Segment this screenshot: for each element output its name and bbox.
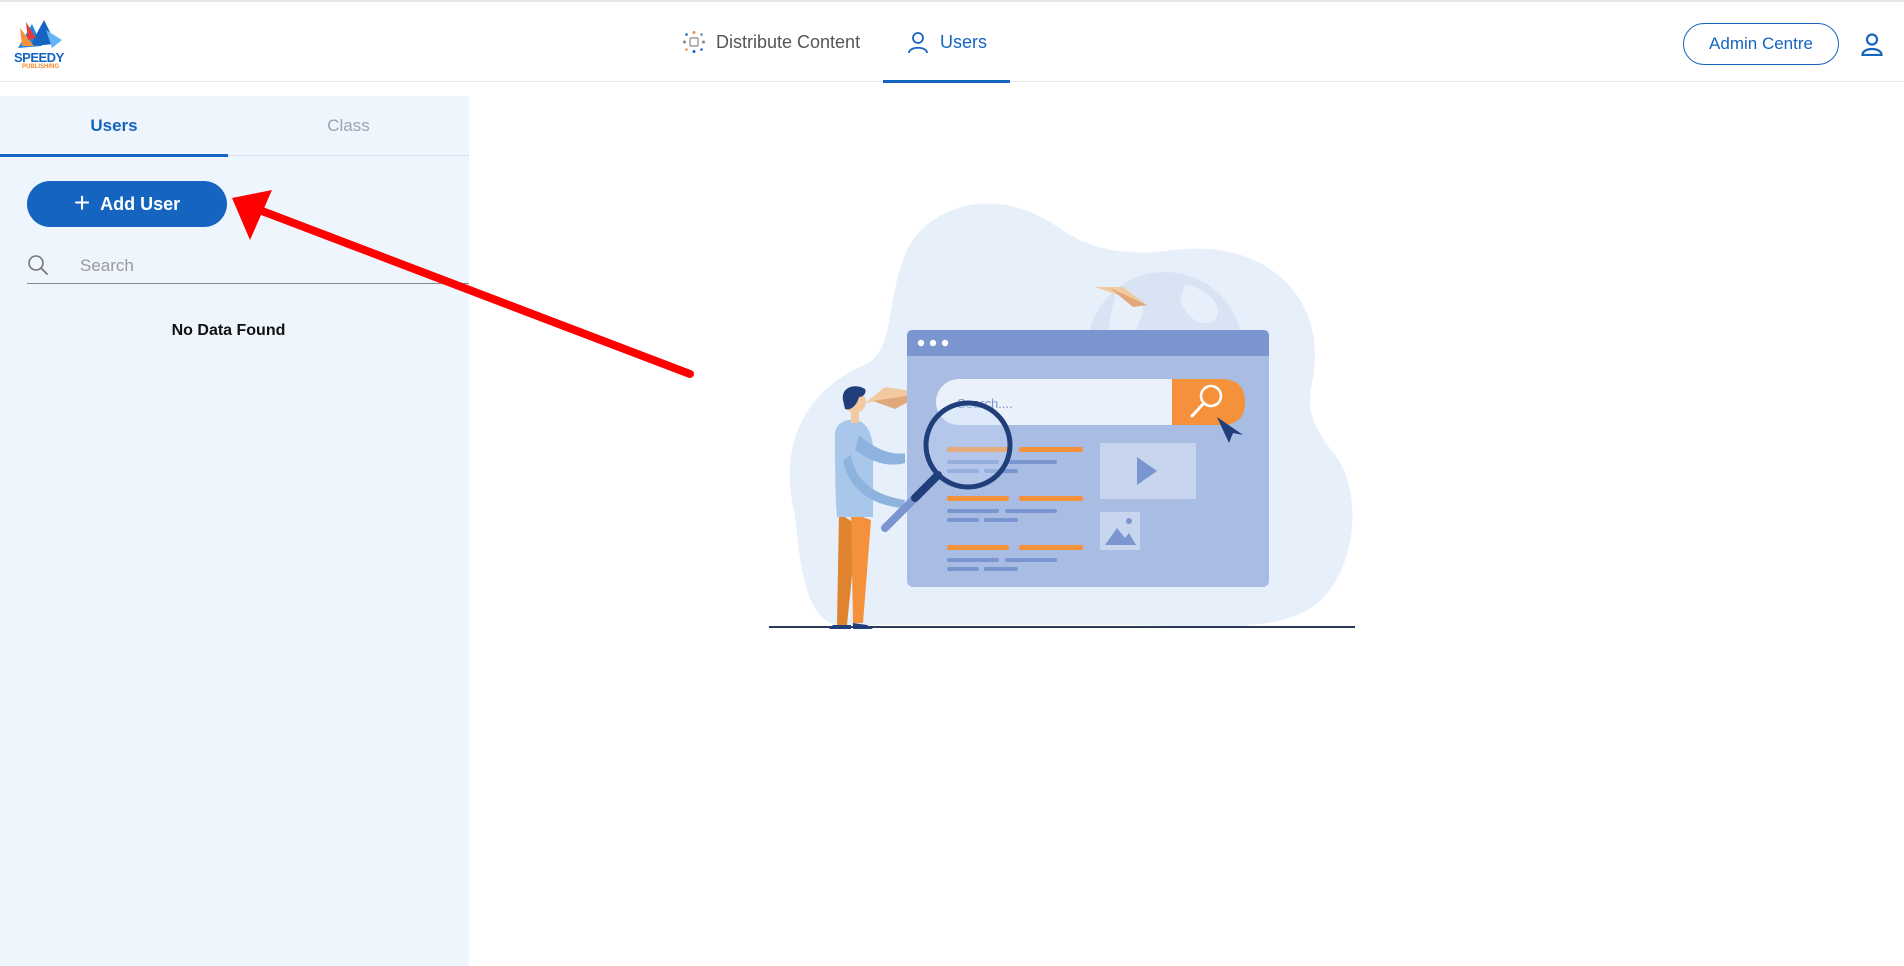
nav-distribute-content[interactable]: Distribute Content (682, 2, 882, 82)
profile-icon[interactable] (1860, 32, 1884, 57)
logo-subtext: PUBLISHING (22, 64, 60, 70)
distribute-icon (682, 30, 706, 54)
search-icon (27, 254, 49, 276)
nav-users[interactable]: Users (883, 2, 1010, 83)
nav-users-label: Users (939, 31, 987, 52)
add-user-label: Add User (100, 193, 181, 214)
user-icon (906, 30, 930, 54)
nav-distribute-label: Distribute Content (716, 31, 861, 52)
sidebar: Users Class + Add User No Data Found (0, 96, 469, 966)
search-input[interactable] (80, 252, 460, 280)
tab-users-indicator (0, 154, 228, 157)
tab-users[interactable]: Users (0, 96, 228, 157)
empty-state-illustration: Search.... (769, 203, 1355, 629)
tab-class-label: Class (327, 116, 370, 135)
empty-state-message: No Data Found (171, 322, 286, 339)
active-tab-indicator (883, 80, 1010, 83)
logo-text: SPEEDY (14, 50, 64, 65)
tab-class[interactable]: Class (228, 96, 469, 156)
admin-centre-button[interactable]: Admin Centre (1683, 23, 1839, 65)
search-box (27, 250, 469, 284)
sidebar-tabs: Users Class (0, 96, 469, 157)
plus-icon: + (73, 186, 91, 218)
top-bar: SPEEDY PUBLISHING Distribute Content Use… (0, 0, 1904, 83)
tab-users-label: Users (90, 116, 138, 135)
add-user-button[interactable]: + Add User (27, 181, 227, 227)
